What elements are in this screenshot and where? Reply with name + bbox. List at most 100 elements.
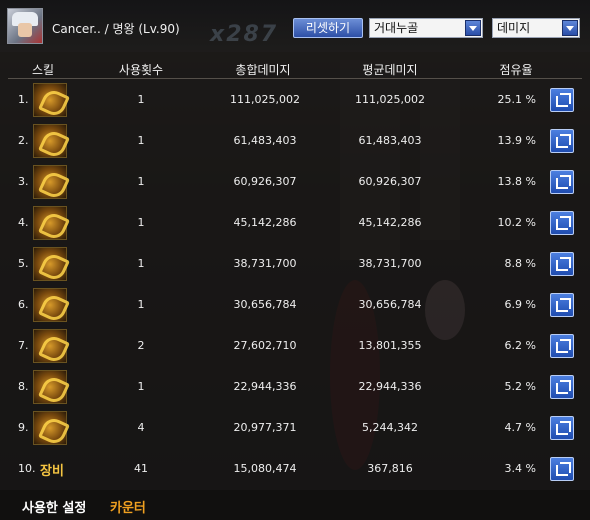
- skill-icon: [33, 124, 67, 158]
- average-damage: 30,656,784: [358, 298, 422, 311]
- chevron-down-icon[interactable]: [562, 20, 578, 36]
- external-link-icon[interactable]: [550, 129, 574, 153]
- column-header-skill: 스킬: [31, 63, 55, 77]
- table-row: 7. 2 27,602,710 13,801,355 6.2 %: [8, 326, 582, 366]
- external-link-icon[interactable]: [550, 170, 574, 194]
- total-damage: 15,080,474: [233, 462, 297, 475]
- table-row: 1. 1 111,025,002 111,025,002 25.1 %: [8, 80, 582, 120]
- table-row: 10. 장비 41 15,080,474 367,816 3.4 %: [8, 449, 582, 489]
- table-row: 5. 1 38,731,700 38,731,700 8.8 %: [8, 244, 582, 284]
- reset-button[interactable]: 리셋하기: [293, 18, 363, 38]
- damage-share: 3.4 %: [504, 462, 536, 475]
- total-damage: 45,142,286: [233, 216, 297, 229]
- skill-icon: [33, 288, 67, 322]
- tab-counter[interactable]: 카운터: [110, 497, 146, 516]
- row-rank: 5.: [18, 257, 29, 270]
- damage-share: 13.9 %: [497, 134, 536, 147]
- total-damage: 38,731,700: [233, 257, 297, 270]
- external-link-icon[interactable]: [550, 88, 574, 112]
- column-header-share: 점유율: [499, 63, 533, 77]
- average-damage: 38,731,700: [358, 257, 422, 270]
- total-damage: 61,483,403: [233, 134, 297, 147]
- damage-share: 10.2 %: [497, 216, 536, 229]
- total-damage: 30,656,784: [233, 298, 297, 311]
- background-damage-number: x287: [210, 22, 279, 47]
- metric-value: 데미지: [497, 21, 531, 35]
- use-count: 41: [134, 462, 148, 475]
- average-damage: 61,483,403: [358, 134, 422, 147]
- table-row: 2. 1 61,483,403 61,483,403 13.9 %: [8, 121, 582, 161]
- damage-share: 13.8 %: [497, 175, 536, 188]
- use-count: 1: [137, 380, 145, 393]
- damage-share: 5.2 %: [504, 380, 536, 393]
- column-header-count: 사용횟수: [118, 63, 164, 77]
- skill-icon: [33, 206, 67, 240]
- row-rank: 9.: [18, 421, 29, 434]
- skill-icon: [33, 370, 67, 404]
- use-count: 2: [137, 339, 145, 352]
- target-type-select[interactable]: 거대누골: [369, 18, 483, 38]
- row-rank: 7.: [18, 339, 29, 352]
- damage-share: 4.7 %: [504, 421, 536, 434]
- metric-select[interactable]: 데미지: [492, 18, 580, 38]
- external-link-icon[interactable]: [550, 293, 574, 317]
- character-name: Cancer.. / 명왕 (Lv.90): [52, 22, 180, 36]
- use-count: 1: [137, 257, 145, 270]
- bottom-tabs: 사용한 설정 카운터: [0, 490, 590, 520]
- row-rank: 4.: [18, 216, 29, 229]
- use-count: 1: [137, 175, 145, 188]
- external-link-icon[interactable]: [550, 416, 574, 440]
- total-damage: 22,944,336: [233, 380, 297, 393]
- avatar: [7, 8, 43, 44]
- row-rank: 1.: [18, 93, 29, 106]
- row-rank: 6.: [18, 298, 29, 311]
- use-count: 4: [137, 421, 145, 434]
- skill-icon: [33, 247, 67, 281]
- skill-icon: [33, 83, 67, 117]
- damage-share: 6.2 %: [504, 339, 536, 352]
- table-header: 스킬 사용횟수 총합데미지 평균데미지 점유율: [8, 57, 582, 79]
- row-rank: 10.: [18, 462, 36, 475]
- total-damage: 20,977,371: [233, 421, 297, 434]
- average-damage: 5,244,342: [362, 421, 418, 434]
- damage-share: 25.1 %: [497, 93, 536, 106]
- average-damage: 13,801,355: [358, 339, 422, 352]
- total-damage: 27,602,710: [233, 339, 297, 352]
- meter-header: Cancer.. / 명왕 (Lv.90) x287 리셋하기 거대누골 데미지: [0, 0, 590, 52]
- external-link-icon[interactable]: [550, 252, 574, 276]
- column-header-total: 총합데미지: [235, 63, 291, 77]
- column-header-average: 평균데미지: [362, 63, 418, 77]
- use-count: 1: [137, 93, 145, 106]
- external-link-icon[interactable]: [550, 457, 574, 481]
- average-damage: 60,926,307: [358, 175, 422, 188]
- table-row: 3. 1 60,926,307 60,926,307 13.8 %: [8, 162, 582, 202]
- skill-icon: [33, 329, 67, 363]
- row-rank: 8.: [18, 380, 29, 393]
- total-damage: 111,025,002: [230, 93, 300, 106]
- external-link-icon[interactable]: [550, 334, 574, 358]
- use-count: 1: [137, 134, 145, 147]
- average-damage: 367,816: [367, 462, 413, 475]
- skill-icon: [33, 411, 67, 445]
- average-damage: 22,944,336: [358, 380, 422, 393]
- chevron-down-icon[interactable]: [465, 20, 481, 36]
- external-link-icon[interactable]: [550, 211, 574, 235]
- row-rank: 2.: [18, 134, 29, 147]
- table-row: 9. 4 20,977,371 5,244,342 4.7 %: [8, 408, 582, 448]
- use-count: 1: [137, 298, 145, 311]
- damage-share: 8.8 %: [504, 257, 536, 270]
- average-damage: 45,142,286: [358, 216, 422, 229]
- table-row: 8. 1 22,944,336 22,944,336 5.2 %: [8, 367, 582, 407]
- skill-name-text: 장비: [40, 464, 64, 479]
- target-type-value: 거대누골: [374, 21, 419, 35]
- skill-icon: [33, 165, 67, 199]
- use-count: 1: [137, 216, 145, 229]
- table-row: 6. 1 30,656,784 30,656,784 6.9 %: [8, 285, 582, 325]
- tab-used-settings[interactable]: 사용한 설정: [22, 497, 86, 516]
- total-damage: 60,926,307: [233, 175, 297, 188]
- table-row: 4. 1 45,142,286 45,142,286 10.2 %: [8, 203, 582, 243]
- row-rank: 3.: [18, 175, 29, 188]
- average-damage: 111,025,002: [355, 93, 425, 106]
- damage-share: 6.9 %: [504, 298, 536, 311]
- external-link-icon[interactable]: [550, 375, 574, 399]
